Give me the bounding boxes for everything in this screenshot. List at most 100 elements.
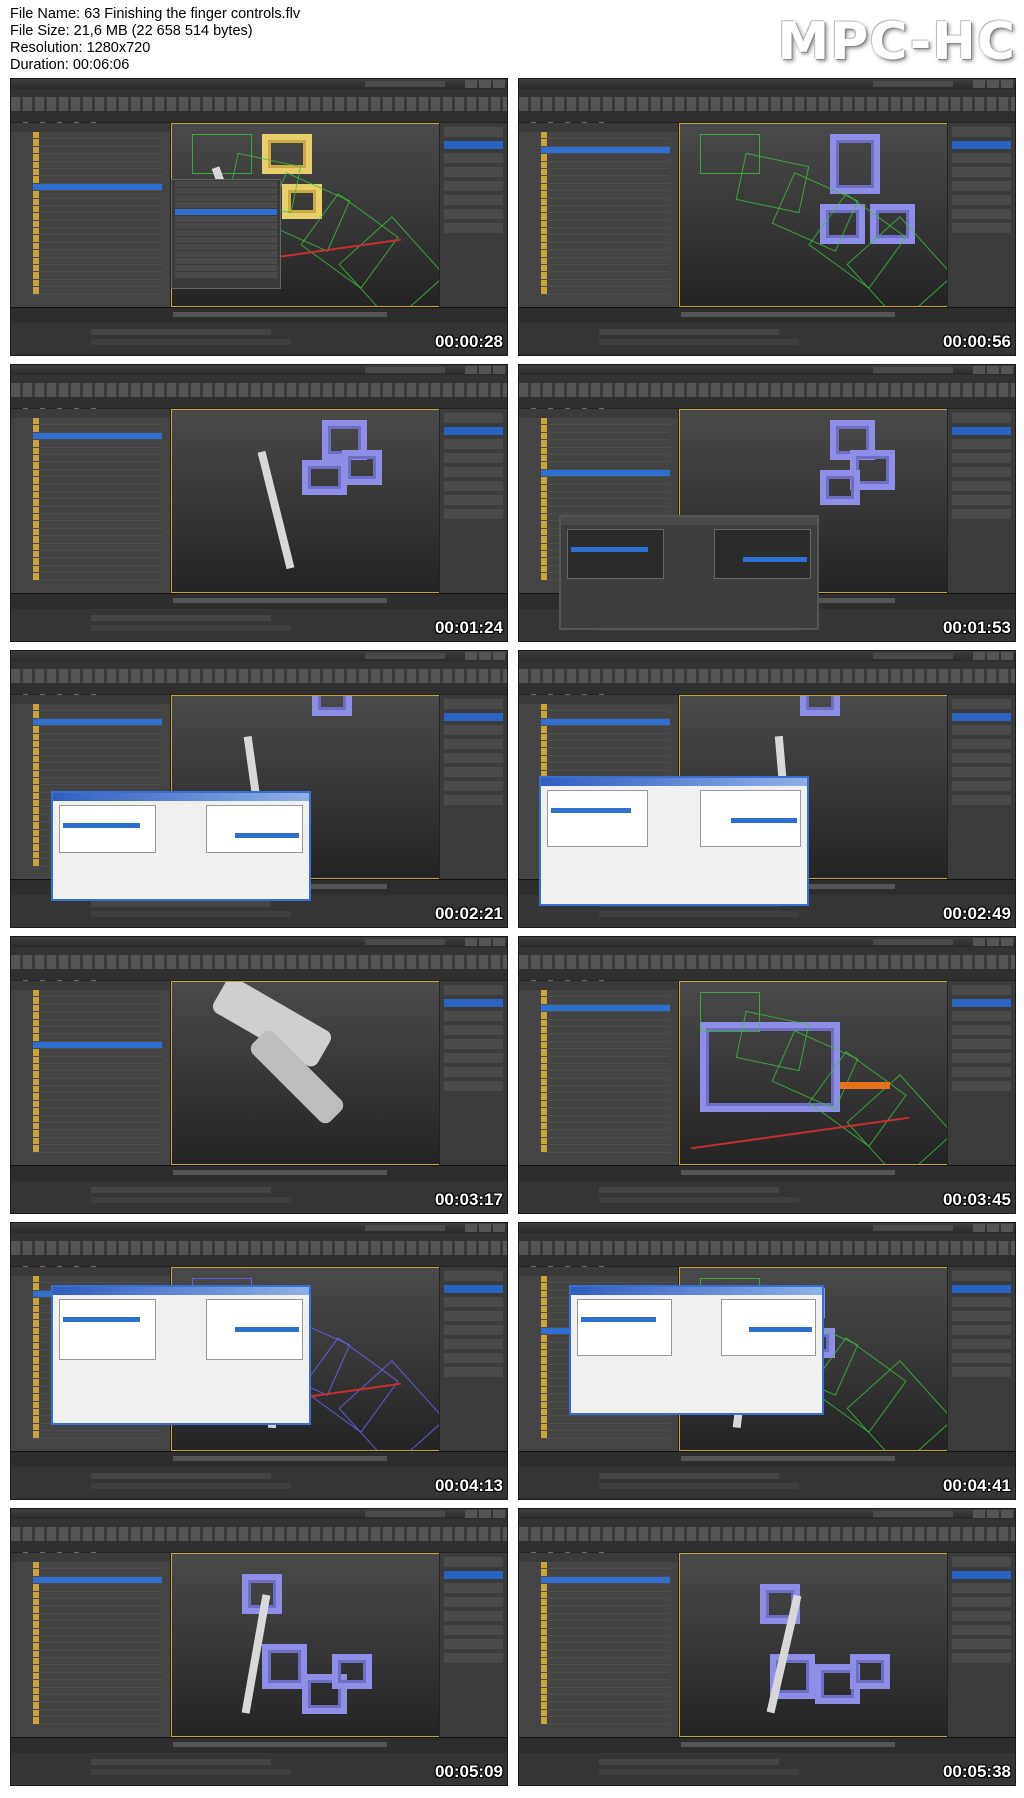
control-cage	[302, 460, 347, 495]
parameter-wiring-dialog	[559, 515, 819, 630]
command-panel	[947, 1267, 1015, 1451]
main-toolbar	[11, 669, 507, 683]
search-box	[873, 1225, 953, 1231]
window-buttons	[465, 1510, 505, 1518]
status-bar	[11, 1181, 507, 1213]
search-box	[365, 367, 445, 373]
search-box	[365, 653, 445, 659]
command-panel	[439, 123, 507, 307]
app-titlebar	[11, 937, 507, 947]
menu-bar: ▬▬▬▬▬▬▬▬▬▬▬▬▬	[11, 375, 507, 390]
window-buttons	[973, 366, 1013, 374]
search-box	[365, 81, 445, 87]
menu-bar: ▬▬▬▬▬▬▬▬▬▬▬▬▬	[11, 1519, 507, 1534]
video-thumbnail: ▬▬▬▬▬▬▬▬▬▬▬▬▬ ▬▬▬▬▬ 00:04:13	[10, 1222, 508, 1500]
resolution: Resolution: 1280x720	[10, 40, 151, 56]
ribbon: ▬▬▬▬▬	[519, 1541, 1015, 1556]
main-toolbar	[11, 1527, 507, 1541]
main-toolbar	[11, 1241, 507, 1255]
command-panel	[439, 695, 507, 879]
scene-explorer	[11, 409, 171, 593]
timestamp: 00:00:56	[942, 332, 1011, 351]
command-panel	[947, 695, 1015, 879]
video-thumbnail: ▬▬▬▬▬▬▬▬▬▬▬▬▬ ▬▬▬▬▬ 00:01:24	[10, 364, 508, 642]
main-toolbar	[519, 955, 1015, 969]
main-toolbar	[519, 1527, 1015, 1541]
app-titlebar	[11, 79, 507, 89]
search-box	[365, 1511, 445, 1517]
command-panel	[947, 409, 1015, 593]
command-panel	[439, 981, 507, 1165]
timestamp: 00:01:24	[434, 618, 503, 637]
ribbon: ▬▬▬▬▬	[11, 111, 507, 126]
timeline	[519, 307, 1015, 323]
video-thumbnail: ▬▬▬▬▬▬▬▬▬▬▬▬▬ ▬▬▬▬▬ 00:00:56	[518, 78, 1016, 356]
video-thumbnail: ▬▬▬▬▬▬▬▬▬▬▬▬▬ ▬▬▬▬▬ 00:05:38	[518, 1508, 1016, 1786]
scene-explorer	[11, 1553, 171, 1737]
search-box	[873, 653, 953, 659]
timestamp: 00:02:21	[434, 904, 503, 923]
menu-bar: ▬▬▬▬▬▬▬▬▬▬▬▬▬	[519, 661, 1015, 676]
video-thumbnail: ▬▬▬▬▬▬▬▬▬▬▬▬▬ ▬▬▬▬▬ 00:04:41	[518, 1222, 1016, 1500]
status-bar	[11, 609, 507, 641]
menu-bar: ▬▬▬▬▬▬▬▬▬▬▬▬▬	[519, 89, 1015, 104]
timestamp: 00:04:13	[434, 1476, 503, 1495]
scene-explorer	[11, 981, 171, 1165]
app-titlebar	[519, 651, 1015, 661]
menu-bar: ▬▬▬▬▬▬▬▬▬▬▬▬▬	[11, 89, 507, 104]
parameter-wiring-dialog	[51, 1285, 311, 1425]
video-thumbnail: ▬▬▬▬▬▬▬▬▬▬▬▬▬ ▬▬▬▬▬ 00:02:21	[10, 650, 508, 928]
app-titlebar	[519, 1223, 1015, 1233]
ribbon: ▬▬▬▬▬	[519, 111, 1015, 126]
video-thumbnail: ▬▬▬▬▬▬▬▬▬▬▬▬▬ ▬▬▬▬▬ 00:03:17	[10, 936, 508, 1214]
search-box	[365, 1225, 445, 1231]
search-box	[873, 939, 953, 945]
app-titlebar	[519, 1509, 1015, 1519]
ribbon: ▬▬▬▬▬	[519, 683, 1015, 698]
parameter-wiring-dialog	[569, 1285, 824, 1415]
viewport	[171, 1553, 441, 1737]
search-box	[873, 1511, 953, 1517]
app-titlebar	[11, 1509, 507, 1519]
timeline	[11, 1451, 507, 1467]
timestamp: 00:03:45	[942, 1190, 1011, 1209]
search-box	[365, 939, 445, 945]
window-buttons	[465, 1224, 505, 1232]
status-bar	[519, 1181, 1015, 1213]
menu-bar: ▬▬▬▬▬▬▬▬▬▬▬▬▬	[519, 947, 1015, 962]
timeline	[519, 1451, 1015, 1467]
file-name: File Name: 63 Finishing the finger contr…	[10, 6, 301, 22]
file-size: File Size: 21,6 MB (22 658 514 bytes)	[10, 23, 253, 39]
timestamp: 00:04:41	[942, 1476, 1011, 1495]
search-box	[873, 367, 953, 373]
video-thumbnail: ▬▬▬▬▬▬▬▬▬▬▬▬▬ ▬▬▬▬▬ 00:01:53	[518, 364, 1016, 642]
menu-bar: ▬▬▬▬▬▬▬▬▬▬▬▬▬	[11, 661, 507, 676]
window-buttons	[465, 938, 505, 946]
command-panel	[947, 981, 1015, 1165]
window-buttons	[973, 1510, 1013, 1518]
app-titlebar	[11, 365, 507, 375]
control-cage	[262, 1644, 307, 1689]
parameter-wiring-dialog	[51, 791, 311, 901]
menu-bar: ▬▬▬▬▬▬▬▬▬▬▬▬▬	[11, 947, 507, 962]
ribbon: ▬▬▬▬▬	[11, 969, 507, 984]
timeline	[11, 1737, 507, 1753]
main-toolbar	[519, 97, 1015, 111]
window-buttons	[465, 652, 505, 660]
menu-bar: ▬▬▬▬▬▬▬▬▬▬▬▬▬	[519, 1519, 1015, 1534]
app-titlebar	[519, 365, 1015, 375]
scene-explorer	[519, 1553, 679, 1737]
mpc-hc-logo: MPC-HC	[777, 12, 1016, 72]
video-thumbnail: ▬▬▬▬▬▬▬▬▬▬▬▬▬ ▬▬▬▬▬ 00:03:45	[518, 936, 1016, 1214]
video-thumbnail: ▬▬▬▬▬▬▬▬▬▬▬▬▬ ▬▬▬▬▬ 00:00:28	[10, 78, 508, 356]
viewport	[679, 1553, 949, 1737]
video-thumbnail: ▬▬▬▬▬▬▬▬▬▬▬▬▬ ▬▬▬▬▬ 00:02:49	[518, 650, 1016, 928]
ribbon: ▬▬▬▬▬	[519, 1255, 1015, 1270]
timeline	[11, 593, 507, 609]
window-buttons	[973, 80, 1013, 88]
status-bar	[519, 1467, 1015, 1499]
main-toolbar	[11, 383, 507, 397]
control-cage	[850, 1654, 890, 1689]
scene-explorer	[519, 123, 679, 307]
viewport	[171, 981, 441, 1165]
